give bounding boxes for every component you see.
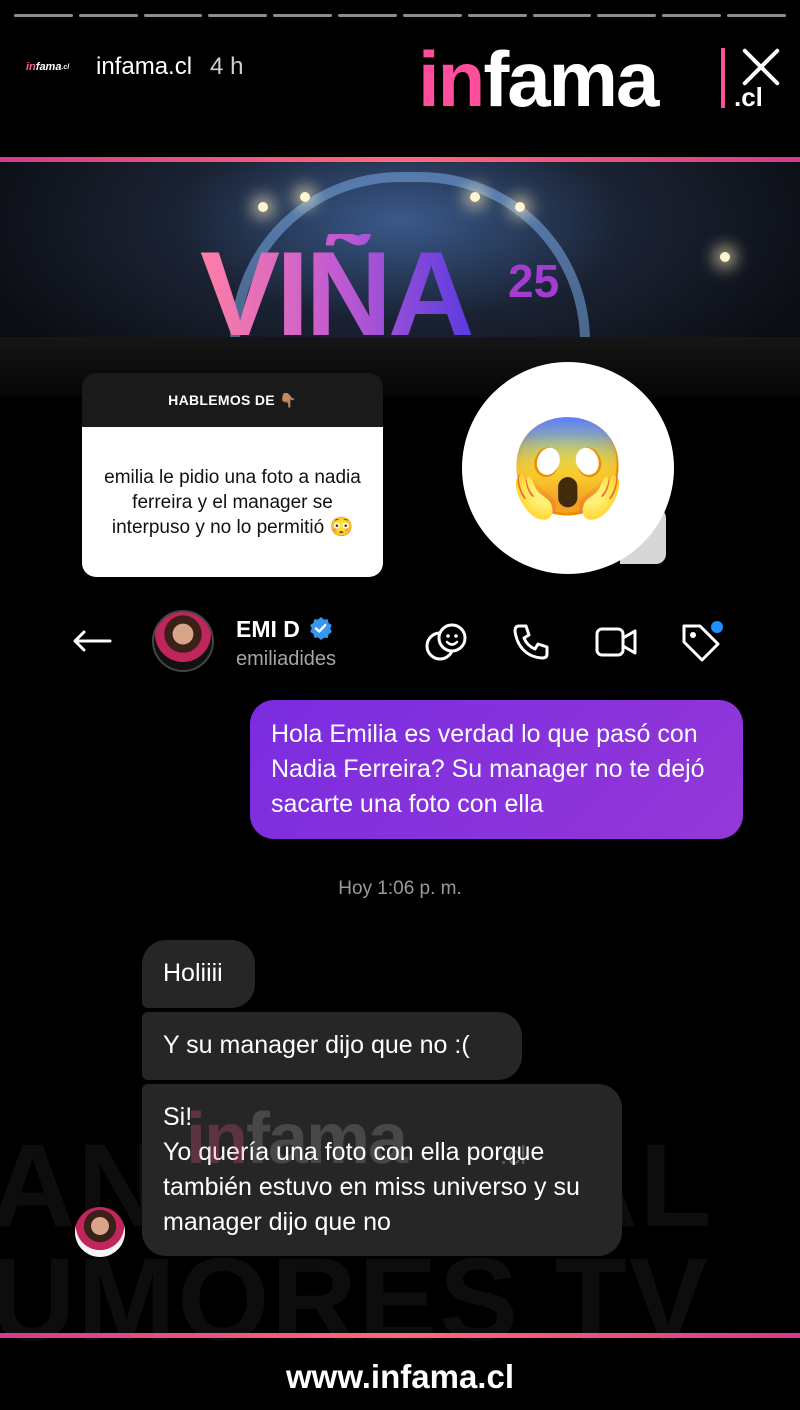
tag-icon[interactable] — [680, 620, 724, 664]
emoji-link-icon[interactable] — [424, 620, 468, 664]
screaming-face-emoji: 😱 — [508, 414, 628, 521]
mini-logo-part: in — [26, 61, 36, 73]
progress-segment — [78, 14, 138, 17]
close-icon[interactable] — [738, 44, 784, 90]
progress-segment — [532, 14, 592, 17]
contact-handle: emiliadides — [236, 648, 337, 670]
progress-segment — [273, 14, 333, 17]
progress-segment — [597, 14, 657, 17]
watermark-part: in — [186, 1099, 248, 1179]
footer-url[interactable]: www.infama.cl — [0, 1358, 800, 1396]
progress-segment — [208, 14, 268, 17]
account-avatar-logo[interactable]: in fama .cl — [26, 54, 82, 80]
question-header: HABLEMOS DE 👇🏽 — [82, 373, 383, 427]
progress-segment — [662, 14, 722, 17]
stage-light — [470, 192, 480, 202]
story-header[interactable]: in fama .cl infama.cl 4 h — [26, 40, 243, 94]
stage-light — [258, 202, 268, 212]
video-icon[interactable] — [594, 620, 638, 664]
question-sticker: HABLEMOS DE 👇🏽 emilia le pidio una foto … — [82, 373, 383, 577]
brand-logo: infama .cl — [418, 30, 763, 118]
story-progress-bar — [14, 14, 786, 17]
question-body: emilia le pidio una foto a nadia ferreir… — [82, 427, 383, 577]
contact-name[interactable]: EMI D — [236, 616, 300, 643]
event-logo: VIÑA — [200, 227, 475, 361]
reaction-sticker: 😱 — [462, 362, 674, 574]
incoming-message[interactable]: Y su manager dijo que no :( — [142, 1012, 522, 1080]
brand-logo-part: fama — [483, 35, 659, 123]
event-logo-year: 25 — [508, 255, 560, 307]
progress-segment — [143, 14, 203, 17]
phone-icon[interactable] — [510, 620, 554, 664]
account-name[interactable]: infama.cl — [96, 53, 192, 81]
message-timestamp: Hoy 1:06 p. m. — [338, 878, 462, 899]
divider-line — [0, 1333, 800, 1338]
stage-light — [300, 192, 310, 202]
stage-light — [515, 202, 525, 212]
brand-logo-part: in — [418, 35, 485, 123]
progress-segment — [727, 14, 786, 17]
watermark-suffix: .cl — [500, 1140, 526, 1170]
watermark-logo: infama — [186, 1098, 408, 1180]
progress-segment — [402, 14, 462, 17]
progress-segment — [338, 14, 397, 17]
back-arrow-icon[interactable] — [72, 630, 112, 652]
dm-header: EMI D emiliadides — [0, 606, 800, 676]
verified-icon — [310, 617, 332, 640]
mini-logo-part: .cl — [61, 63, 70, 71]
watermark-part: fama — [245, 1099, 408, 1179]
outgoing-message[interactable]: Hola Emilia es verdad lo que pasó con Na… — [250, 700, 743, 839]
progress-segment — [14, 14, 73, 17]
notification-dot — [711, 621, 723, 633]
story-time: 4 h — [210, 53, 244, 80]
contact-avatar[interactable] — [152, 610, 214, 672]
progress-segment — [467, 14, 527, 17]
hero-image: VIÑA 25 — [0, 162, 800, 397]
incoming-message[interactable]: Holiiii — [142, 940, 255, 1008]
contact-avatar-small[interactable] — [75, 1207, 125, 1257]
stage-light — [720, 252, 730, 262]
mini-logo-part: fama — [35, 61, 62, 73]
brand-divider — [721, 48, 725, 108]
